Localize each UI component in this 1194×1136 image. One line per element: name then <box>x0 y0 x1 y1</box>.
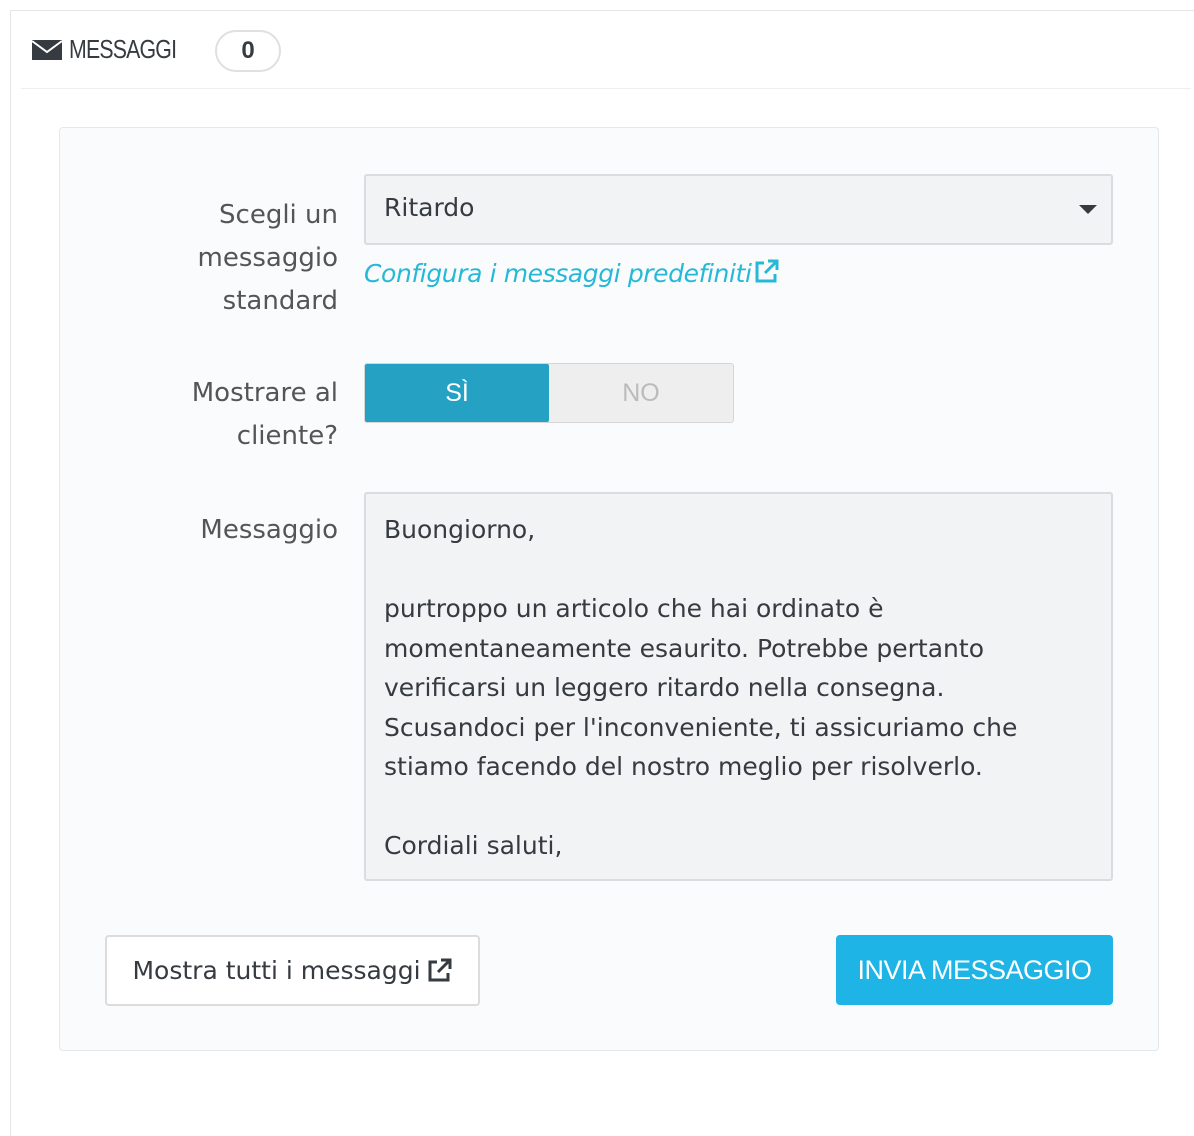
show-all-label: Mostra tutti i messaggi <box>132 956 421 985</box>
external-link-icon <box>428 958 452 981</box>
show-client-toggle[interactable]: SÌ NO <box>364 363 734 423</box>
toggle-no-option[interactable]: NO <box>549 364 733 422</box>
show-all-messages-button[interactable]: Mostra tutti i messaggi <box>105 935 480 1006</box>
config-link-text: Configura i messaggi predefiniti <box>364 259 752 288</box>
panel-heading: MESSAGGI 0 <box>21 11 1191 89</box>
message-form: Scegli un messaggio standard Ritardo Con… <box>59 127 1159 1051</box>
configure-messages-link[interactable]: Configura i messaggi predefiniti <box>364 258 780 288</box>
envelope-icon <box>31 39 63 60</box>
message-textarea[interactable]: Buongiorno, purtroppo un articolo che ha… <box>364 492 1113 881</box>
toggle-yes-option[interactable]: SÌ <box>365 364 549 422</box>
messages-panel: MESSAGGI 0 Scegli un messaggio standard … <box>10 10 1194 1136</box>
show-client-label: Mostrare al cliente? <box>191 378 338 451</box>
standard-message-label: Scegli un messaggio standard <box>197 200 339 316</box>
message-count-badge: 0 <box>215 30 281 72</box>
message-label: Messaggio <box>200 515 338 545</box>
panel-title: MESSAGGI <box>69 34 177 64</box>
chevron-down-icon <box>1079 205 1097 214</box>
select-value: Ritardo <box>384 193 475 222</box>
external-link-icon <box>755 259 778 283</box>
standard-message-select[interactable]: Ritardo <box>364 174 1113 245</box>
send-message-button[interactable]: INVIA MESSAGGIO <box>836 935 1113 1005</box>
